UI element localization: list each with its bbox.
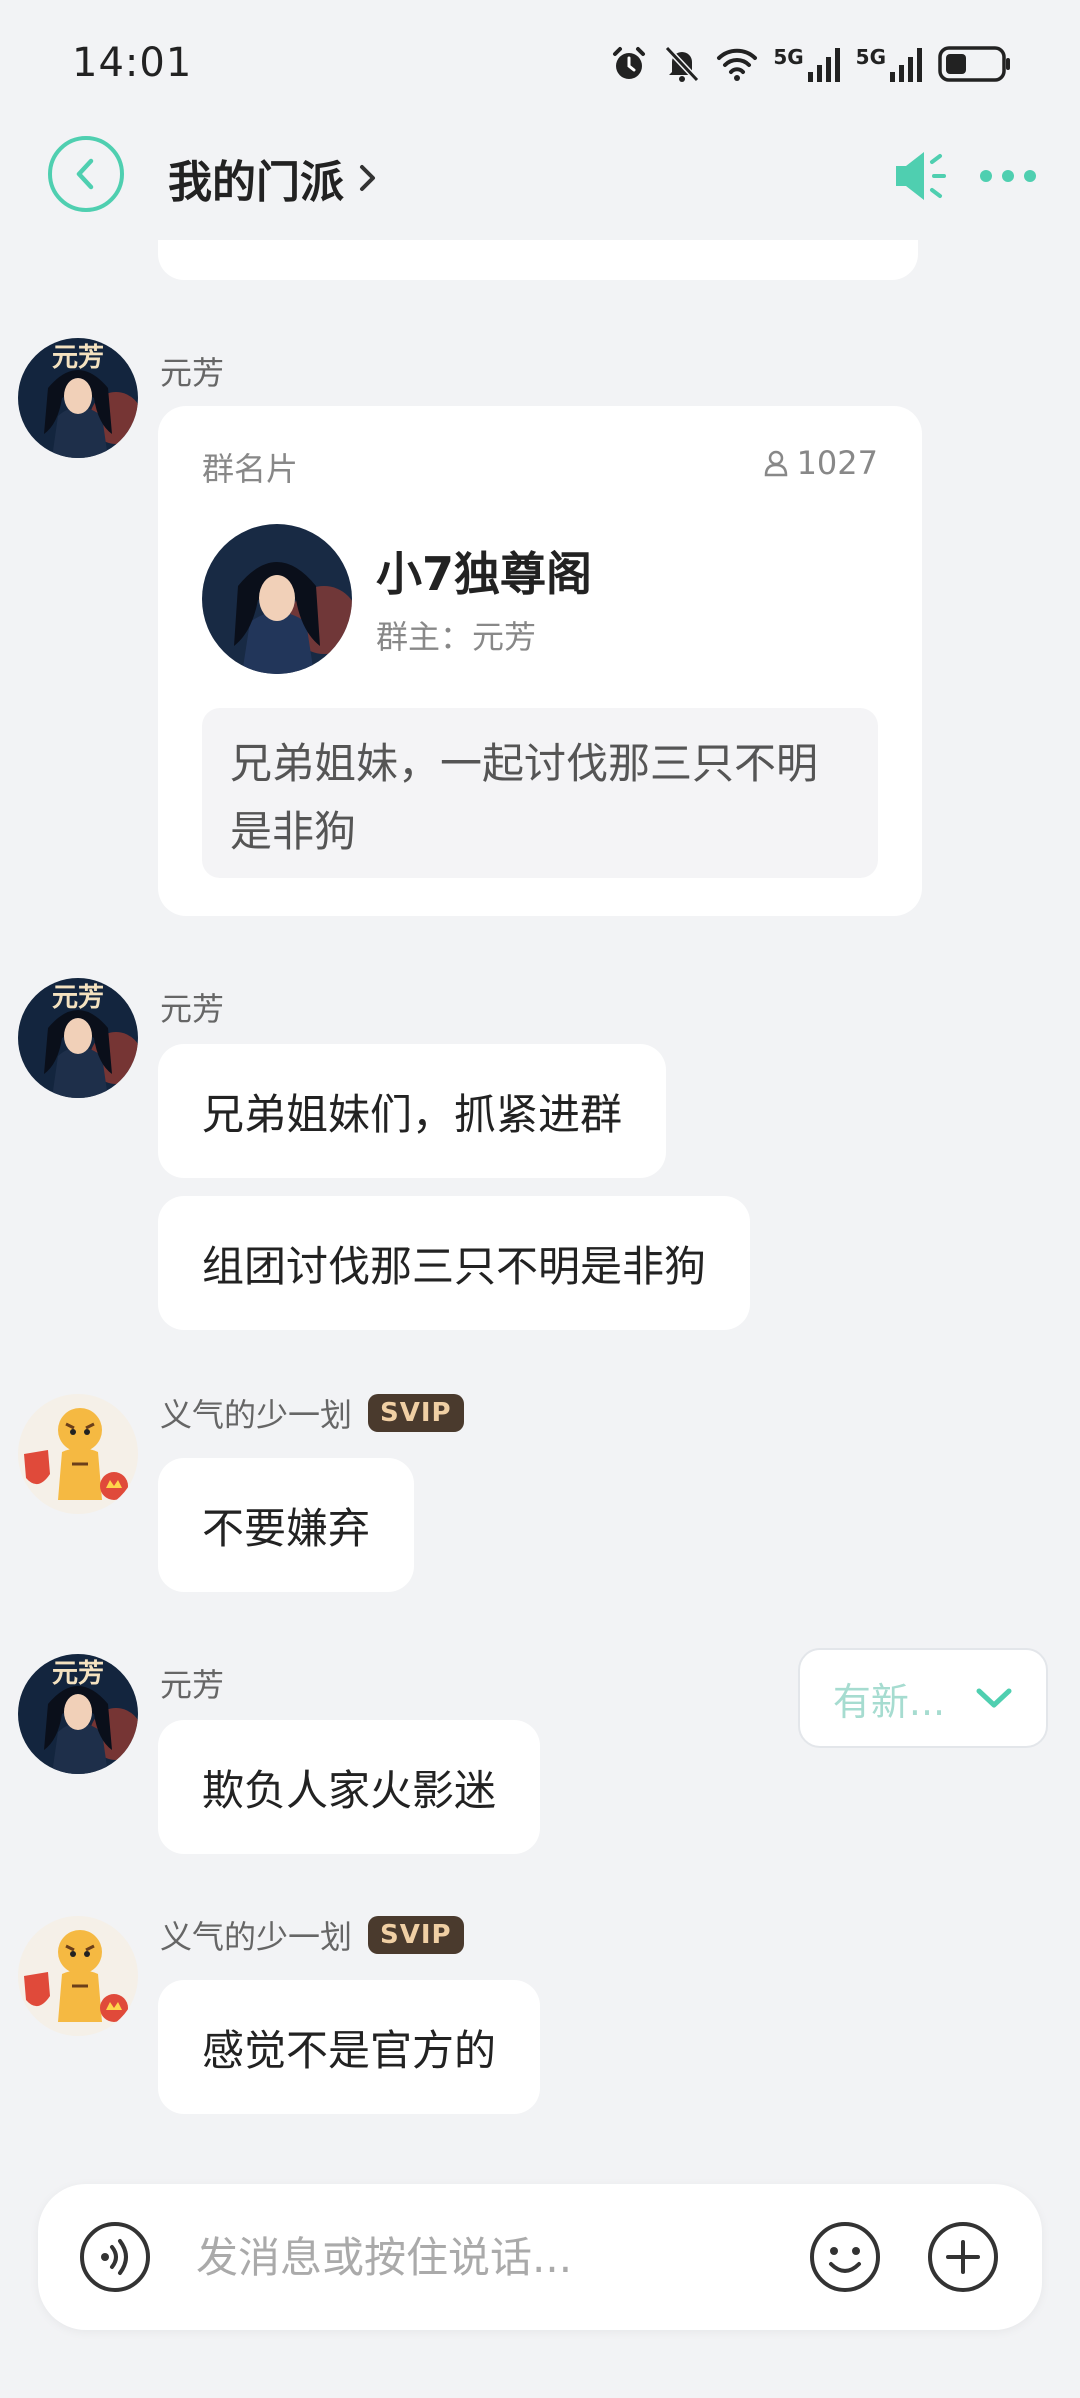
speaker-icon	[896, 152, 946, 200]
avatar[interactable]	[18, 1394, 138, 1514]
plus-icon	[928, 2222, 998, 2292]
group-description: 兄弟姐妹，一起讨伐那三只不明是非狗	[202, 708, 878, 878]
more-options-button[interactable]	[980, 152, 1036, 200]
emoji-button[interactable]	[808, 2220, 882, 2294]
page-title: 我的门派	[168, 157, 344, 208]
sender-name: 义气的少一划	[160, 1396, 353, 1434]
message-bubble[interactable]: 兄弟姐妹们，抓紧进群	[158, 1044, 667, 1178]
member-count: 1027	[763, 444, 878, 482]
group-avatar-image-icon	[202, 524, 352, 674]
group-name: 小7独尊阁	[376, 547, 593, 601]
plus-button[interactable]	[926, 2220, 1000, 2294]
avatar[interactable]: 元芳	[18, 978, 138, 1098]
user-icon	[764, 450, 787, 477]
emoji-icon	[810, 2222, 880, 2292]
alarm-icon	[613, 47, 646, 79]
chat-messages[interactable]: 元芳 元芳 群名片 1027 小7独尊阁 群主：元芳 兄弟姐妹，一起讨伐那三只不…	[0, 240, 1080, 2170]
wifi-icon	[717, 48, 758, 81]
group-title-link[interactable]: 我的门派	[168, 146, 378, 210]
signal-icon	[890, 48, 922, 82]
status-time: 14:01	[72, 40, 193, 86]
new-messages-label: 有新...	[832, 1679, 946, 1724]
member-count-value: 1027	[796, 444, 878, 482]
voice-button[interactable]	[78, 2220, 152, 2294]
message-input[interactable]	[196, 2224, 796, 2290]
tiger-avatar-icon	[18, 1394, 138, 1514]
svip-badge: SVIP	[368, 1394, 464, 1432]
status-icons: 5G 5G	[609, 42, 1012, 86]
avatar-image-icon: 元芳	[18, 978, 138, 1098]
network-type-2: 5G	[855, 45, 886, 69]
message-bubble[interactable]: 不要嫌弃	[158, 1458, 415, 1592]
sender-name: 元芳	[160, 354, 225, 392]
group-owner: 群主：元芳	[376, 618, 537, 656]
avatar-image-icon: 元芳	[18, 1654, 138, 1774]
group-card[interactable]: 群名片 1027 小7独尊阁 群主：元芳 兄弟姐妹，一起讨伐那三只不明是非狗	[158, 406, 922, 916]
avatar[interactable]	[18, 1916, 138, 2036]
svg-text:元芳: 元芳	[52, 343, 104, 373]
avatar-image-icon: 元芳	[18, 338, 138, 458]
voice-icon	[80, 2222, 150, 2292]
message-bubble[interactable]: 组团讨伐那三只不明是非狗	[158, 1196, 751, 1330]
mute-bell-icon	[665, 45, 700, 83]
previous-message-bubble[interactable]	[158, 240, 918, 280]
status-bar: 14:01 5G 5G	[0, 0, 1080, 120]
signal-icon	[807, 48, 840, 82]
sender-line: 元芳	[160, 1660, 224, 1706]
group-avatar	[202, 524, 352, 674]
new-messages-button[interactable]: 有新...	[798, 1648, 1048, 1748]
chevron-right-icon	[360, 165, 375, 191]
chat-header: 我的门派	[0, 120, 1080, 240]
network-type-1: 5G	[773, 45, 804, 69]
sender-line: 义气的少一划 SVIP	[160, 1390, 464, 1436]
sender-line: 义气的少一划 SVIP	[160, 1912, 464, 1958]
chevron-down-icon	[976, 1688, 1012, 1708]
avatar[interactable]: 元芳	[18, 338, 138, 458]
group-card-label: 群名片	[202, 450, 299, 488]
chevron-left-icon	[76, 158, 94, 190]
sender-line: 元芳	[160, 348, 224, 394]
svg-text:元芳: 元芳	[52, 983, 104, 1013]
svip-badge: SVIP	[368, 1916, 464, 1954]
tiger-avatar-icon	[18, 1916, 138, 2036]
svg-text:元芳: 元芳	[52, 1659, 104, 1689]
sender-name: 元芳	[160, 990, 225, 1028]
message-bubble[interactable]: 欺负人家火影迷	[158, 1720, 541, 1854]
message-input-bar	[38, 2184, 1042, 2330]
sender-line: 元芳	[160, 984, 224, 1030]
speaker-button[interactable]	[890, 148, 950, 204]
sender-name: 元芳	[160, 1666, 225, 1704]
back-button[interactable]	[48, 136, 124, 212]
sender-name: 义气的少一划	[160, 1918, 353, 1956]
message-bubble[interactable]: 感觉不是官方的	[158, 1980, 541, 2114]
battery-icon	[938, 46, 1010, 82]
avatar[interactable]: 元芳	[18, 1654, 138, 1774]
